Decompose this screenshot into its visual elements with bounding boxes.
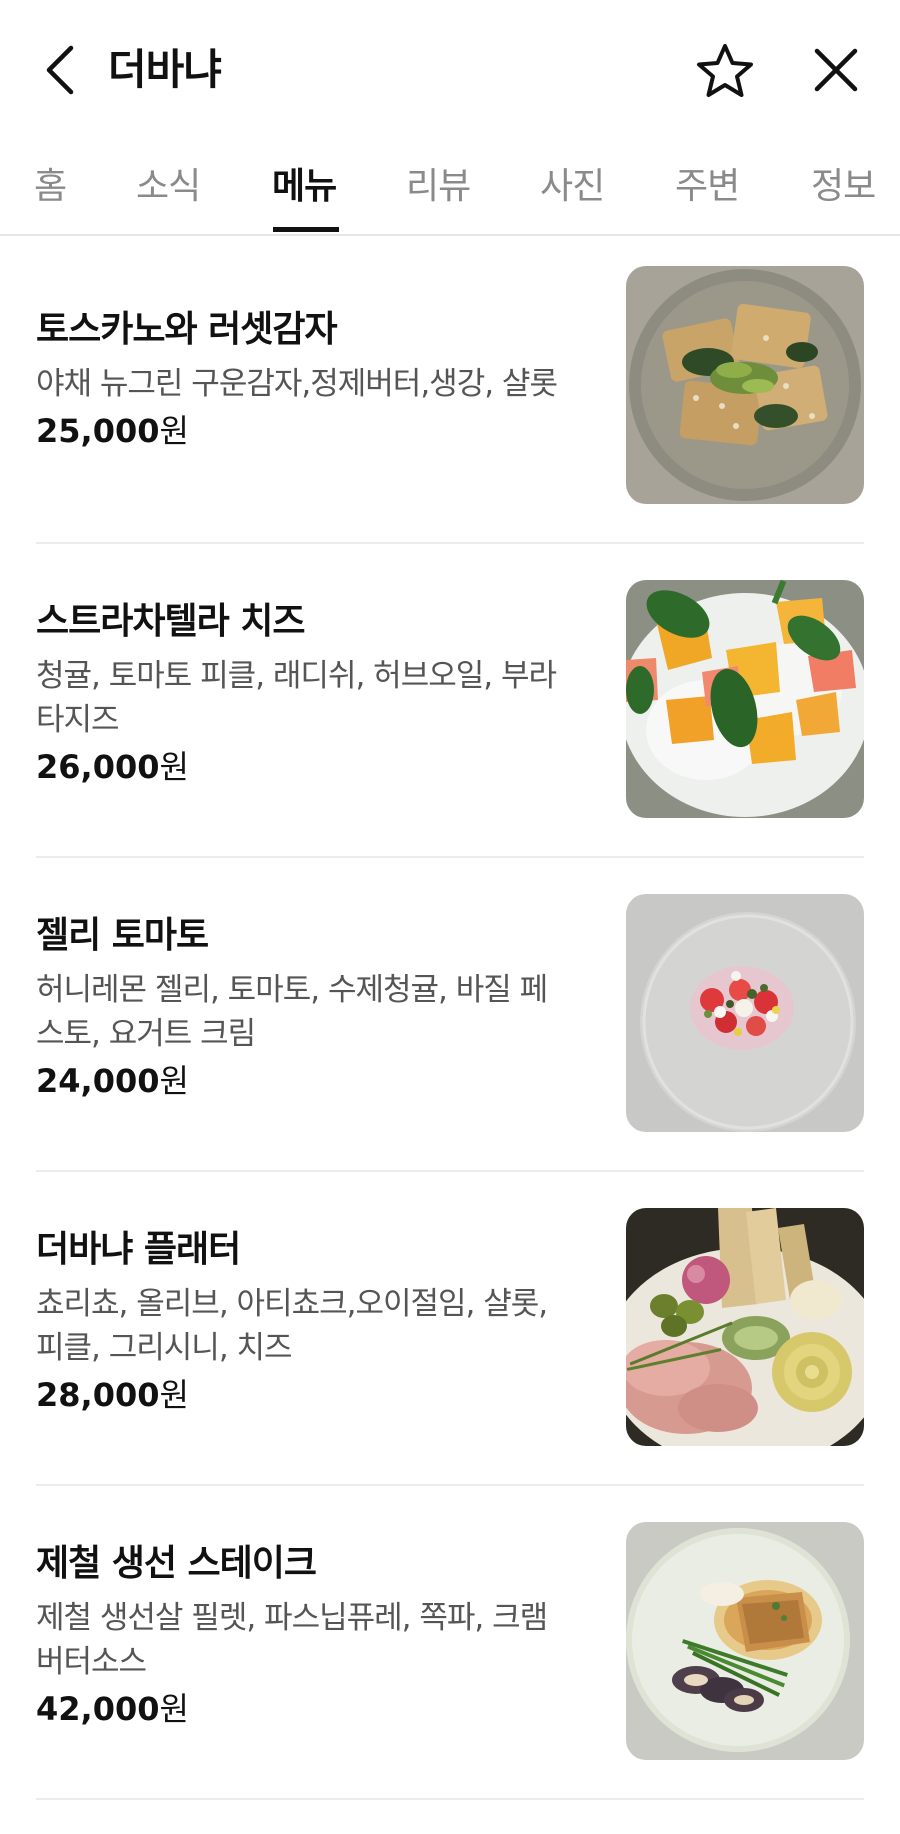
menu-item-name: 더바냐 플래터	[36, 1229, 241, 1270]
app-header: 더바냐	[0, 0, 900, 140]
price-currency: 원	[159, 1062, 189, 1100]
tab-bar: 홈 소식 메뉴 리뷰 사진 주변 정보	[0, 140, 900, 236]
menu-item-name: 제철 생선 스테이크	[36, 1543, 317, 1584]
dish-photo-potato	[626, 266, 864, 504]
menu-item-description-line: 청귤, 토마토 피클, 래디쉬, 허브오일, 부라	[36, 658, 557, 694]
close-button[interactable]	[806, 40, 866, 100]
menu-item-description-line: 타지즈	[36, 702, 120, 738]
menu-item[interactable]: 제철 생선 스테이크 제철 생선살 필렛, 파스닙퓨레, 쪽파, 크램 버터소스…	[36, 1492, 864, 1806]
active-tab-indicator	[273, 227, 339, 232]
dish-photo-platter	[626, 1208, 864, 1446]
menu-item-description: 허니레몬 젤리, 토마토, 수제청귤, 바질 페 스토, 요거트 크림	[36, 968, 596, 1056]
menu-item-photo	[626, 580, 864, 818]
menu-item-description: 쵸리쵸, 올리브, 아티쵸크,오이절임, 샬롯, 피클, 그리시니, 치즈	[36, 1282, 596, 1370]
menu-item-price: 28,000원	[36, 1372, 596, 1418]
menu-item-info: 젤리 토마토 허니레몬 젤리, 토마토, 수제청귤, 바질 페 스토, 요거트 …	[36, 912, 596, 1104]
divider	[36, 1484, 864, 1486]
price-currency: 원	[159, 412, 189, 450]
divider	[36, 1170, 864, 1172]
tab-menu[interactable]: 메뉴	[272, 156, 337, 218]
menu-item-info: 제철 생선 스테이크 제철 생선살 필렛, 파스닙퓨레, 쪽파, 크램 버터소스…	[36, 1540, 596, 1732]
dish-photo-stracciatella	[626, 580, 864, 818]
menu-item-description: 청귤, 토마토 피클, 래디쉬, 허브오일, 부라 타지즈	[36, 654, 596, 742]
chevron-left-icon	[46, 45, 74, 95]
page-title: 더바냐	[108, 45, 222, 94]
dish-photo-fish-steak	[626, 1522, 864, 1760]
menu-item-photo	[626, 894, 864, 1132]
divider	[36, 1798, 864, 1800]
price-value: 42,000	[36, 1690, 160, 1728]
menu-item-price: 25,000원	[36, 408, 596, 454]
menu-item-info: 스트라차텔라 치즈 청귤, 토마토 피클, 래디쉬, 허브오일, 부라 타지즈 …	[36, 598, 596, 790]
menu-item[interactable]: 젤리 토마토 허니레몬 젤리, 토마토, 수제청귤, 바질 페 스토, 요거트 …	[36, 864, 864, 1178]
menu-item-description-line: 야채 뉴그린 구운감자,정제버터,생강, 샬롯	[36, 366, 558, 402]
menu-item-price: 42,000원	[36, 1686, 596, 1732]
menu-item-description-line: 피클, 그리시니, 치즈	[36, 1330, 293, 1366]
menu-item-photo	[626, 1522, 864, 1760]
menu-item[interactable]: 스트라차텔라 치즈 청귤, 토마토 피클, 래디쉬, 허브오일, 부라 타지즈 …	[36, 550, 864, 864]
menu-item-name: 토스카노와 러셋감자	[36, 309, 338, 350]
tab-home[interactable]: 홈	[34, 156, 67, 218]
divider	[36, 856, 864, 858]
menu-item-description-line: 버터소스	[36, 1644, 147, 1680]
tab-news[interactable]: 소식	[136, 156, 201, 218]
menu-item-description-line: 제철 생선살 필렛, 파스닙퓨레, 쪽파, 크램	[36, 1600, 548, 1636]
close-icon	[814, 48, 858, 92]
divider	[36, 542, 864, 544]
tab-photos[interactable]: 사진	[540, 156, 605, 218]
menu-item-description-line: 스토, 요거트 크림	[36, 1016, 256, 1052]
menu-item-description: 야채 뉴그린 구운감자,정제버터,생강, 샬롯	[36, 362, 596, 406]
favorite-button[interactable]	[692, 38, 758, 104]
menu-item-info: 더바냐 플래터 쵸리쵸, 올리브, 아티쵸크,오이절임, 샬롯, 피클, 그리시…	[36, 1226, 596, 1418]
price-value: 25,000	[36, 412, 160, 450]
price-currency: 원	[159, 1376, 189, 1414]
menu-item-info: 토스카노와 러셋감자 야채 뉴그린 구운감자,정제버터,생강, 샬롯 25,00…	[36, 306, 596, 454]
back-button[interactable]	[36, 42, 84, 98]
price-value: 26,000	[36, 748, 160, 786]
menu-item-name: 젤리 토마토	[36, 915, 209, 956]
menu-item-price: 24,000원	[36, 1058, 596, 1104]
tab-nearby[interactable]: 주변	[675, 156, 740, 218]
menu-item-photo	[626, 1208, 864, 1446]
menu-item-description-line: 쵸리쵸, 올리브, 아티쵸크,오이절임, 샬롯,	[36, 1286, 548, 1322]
tab-info[interactable]: 정보	[811, 156, 876, 218]
tab-reviews[interactable]: 리뷰	[406, 156, 471, 218]
menu-item[interactable]: 토스카노와 러셋감자 야채 뉴그린 구운감자,정제버터,생강, 샬롯 25,00…	[36, 236, 864, 550]
price-value: 28,000	[36, 1376, 160, 1414]
menu-item-description-line: 허니레몬 젤리, 토마토, 수제청귤, 바질 페	[36, 972, 548, 1008]
menu-item-price: 26,000원	[36, 744, 596, 790]
menu-item-name: 스트라차텔라 치즈	[36, 601, 306, 642]
menu-item-photo	[626, 266, 864, 504]
price-value: 24,000	[36, 1062, 160, 1100]
dish-photo-jelly-tomato	[626, 894, 864, 1132]
star-outline-icon	[697, 44, 753, 97]
price-currency: 원	[159, 748, 189, 786]
price-currency: 원	[159, 1690, 189, 1728]
menu-item[interactable]: 더바냐 플래터 쵸리쵸, 올리브, 아티쵸크,오이절임, 샬롯, 피클, 그리시…	[36, 1178, 864, 1492]
menu-item-description: 제철 생선살 필렛, 파스닙퓨레, 쪽파, 크램 버터소스	[36, 1596, 596, 1684]
